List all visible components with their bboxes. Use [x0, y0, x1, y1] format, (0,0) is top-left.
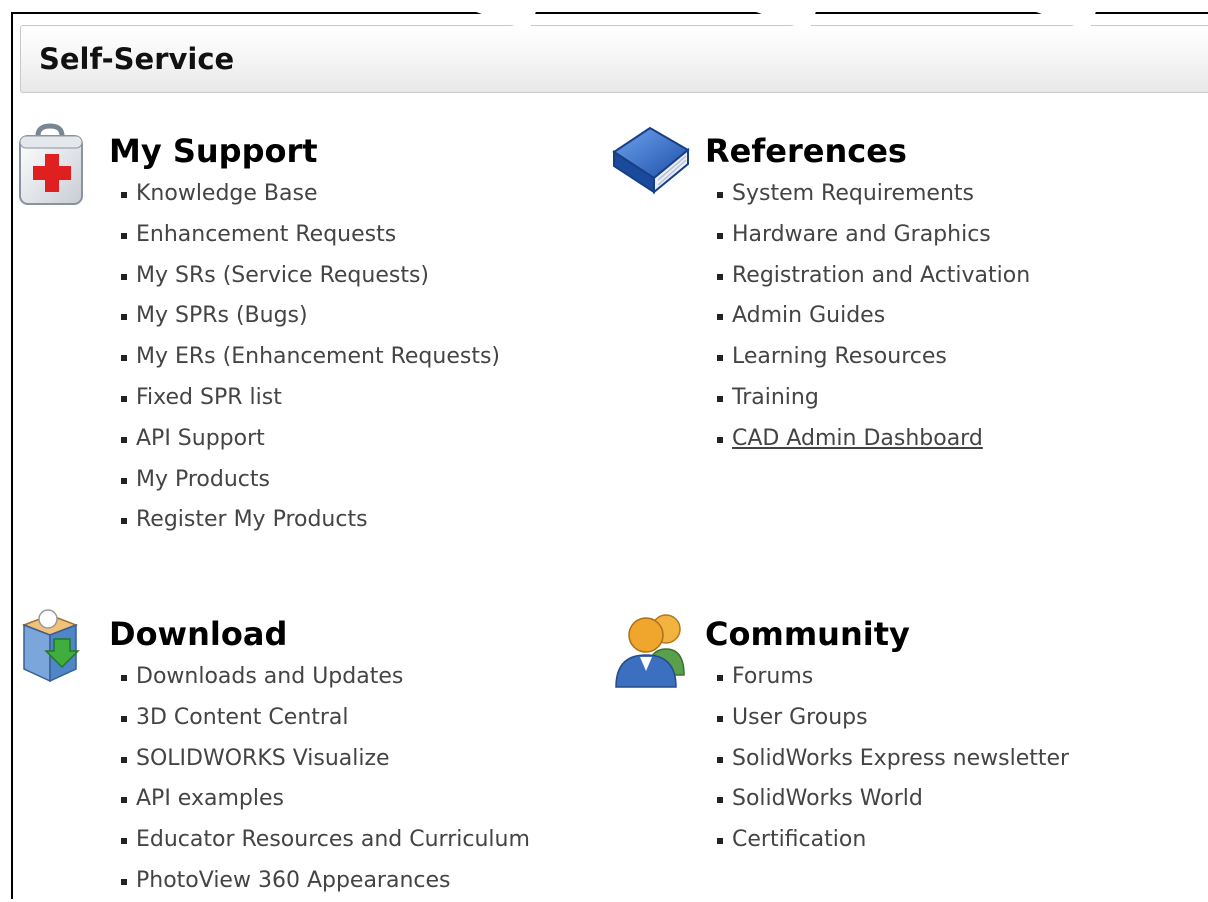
community-heading: Community: [705, 615, 910, 653]
users-group-icon: [610, 605, 692, 693]
list-item: Hardware and Graphics: [710, 215, 1030, 256]
user-groups-link[interactable]: User Groups: [732, 705, 868, 730]
list-item: Educator Resources and Curriculum: [114, 820, 530, 861]
certification-link[interactable]: Certification: [732, 827, 866, 852]
list-item: System Requirements: [710, 174, 1030, 215]
download-list: Downloads and Updates 3D Content Central…: [114, 657, 530, 902]
my-ers-link[interactable]: My ERs (Enhancement Requests): [136, 344, 500, 369]
list-item: Enhancement Requests: [114, 215, 500, 256]
express-newsletter-link[interactable]: SolidWorks Express newsletter: [732, 746, 1069, 771]
training-link[interactable]: Training: [732, 385, 819, 410]
self-service-header: Self-Service: [20, 25, 1208, 93]
list-item: My ERs (Enhancement Requests): [114, 337, 500, 378]
list-item: Fixed SPR list: [114, 378, 500, 419]
list-item: Downloads and Updates: [114, 657, 530, 698]
solidworks-world-link[interactable]: SolidWorks World: [732, 786, 923, 811]
api-examples-link[interactable]: API examples: [136, 786, 284, 811]
educator-resources-link[interactable]: Educator Resources and Curriculum: [136, 827, 530, 852]
downloads-updates-link[interactable]: Downloads and Updates: [136, 664, 403, 689]
list-item: My Products: [114, 460, 500, 501]
list-item: Register My Products: [114, 500, 500, 541]
references-list: System Requirements Hardware and Graphic…: [710, 174, 1030, 460]
register-my-products-link[interactable]: Register My Products: [136, 507, 368, 532]
system-requirements-link[interactable]: System Requirements: [732, 181, 974, 206]
list-item: PhotoView 360 Appearances: [114, 861, 530, 902]
list-item: Training: [710, 378, 1030, 419]
download-box-icon: [14, 605, 86, 691]
blue-book-icon: [610, 122, 692, 202]
list-item: CAD Admin Dashboard: [710, 419, 1030, 460]
list-item: My SPRs (Bugs): [114, 296, 500, 337]
list-item: Admin Guides: [710, 296, 1030, 337]
admin-guides-link[interactable]: Admin Guides: [732, 303, 885, 328]
my-srs-link[interactable]: My SRs (Service Requests): [136, 263, 429, 288]
list-item: SolidWorks Express newsletter: [710, 739, 1069, 780]
list-item: User Groups: [710, 698, 1069, 739]
page-title: Self-Service: [39, 42, 235, 76]
solidworks-visualize-link[interactable]: SOLIDWORKS Visualize: [136, 746, 390, 771]
list-item: Learning Resources: [710, 337, 1030, 378]
references-heading: References: [705, 132, 907, 170]
enhancement-requests-link[interactable]: Enhancement Requests: [136, 222, 396, 247]
hardware-graphics-link[interactable]: Hardware and Graphics: [732, 222, 991, 247]
my-products-link[interactable]: My Products: [136, 467, 270, 492]
registration-activation-link[interactable]: Registration and Activation: [732, 263, 1030, 288]
3d-content-central-link[interactable]: 3D Content Central: [136, 705, 349, 730]
forums-link[interactable]: Forums: [732, 664, 813, 689]
list-item: Certification: [710, 820, 1069, 861]
list-item: API Support: [114, 419, 500, 460]
list-item: 3D Content Central: [114, 698, 530, 739]
list-item: Knowledge Base: [114, 174, 500, 215]
list-item: My SRs (Service Requests): [114, 256, 500, 297]
knowledge-base-link[interactable]: Knowledge Base: [136, 181, 318, 206]
learning-resources-link[interactable]: Learning Resources: [732, 344, 947, 369]
first-aid-kit-icon: [14, 122, 86, 216]
community-list: Forums User Groups SolidWorks Express ne…: [710, 657, 1069, 861]
my-sprs-link[interactable]: My SPRs (Bugs): [136, 303, 308, 328]
my-support-heading: My Support: [109, 132, 318, 170]
cad-admin-dashboard-link[interactable]: CAD Admin Dashboard: [732, 426, 983, 451]
list-item: Registration and Activation: [710, 256, 1030, 297]
list-item: API examples: [114, 779, 530, 820]
fixed-spr-list-link[interactable]: Fixed SPR list: [136, 385, 282, 410]
api-support-link[interactable]: API Support: [136, 426, 265, 451]
download-heading: Download: [109, 615, 288, 653]
photoview-360-link[interactable]: PhotoView 360 Appearances: [136, 868, 451, 893]
list-item: SOLIDWORKS Visualize: [114, 739, 530, 780]
my-support-list: Knowledge Base Enhancement Requests My S…: [114, 174, 500, 541]
list-item: SolidWorks World: [710, 779, 1069, 820]
list-item: Forums: [710, 657, 1069, 698]
